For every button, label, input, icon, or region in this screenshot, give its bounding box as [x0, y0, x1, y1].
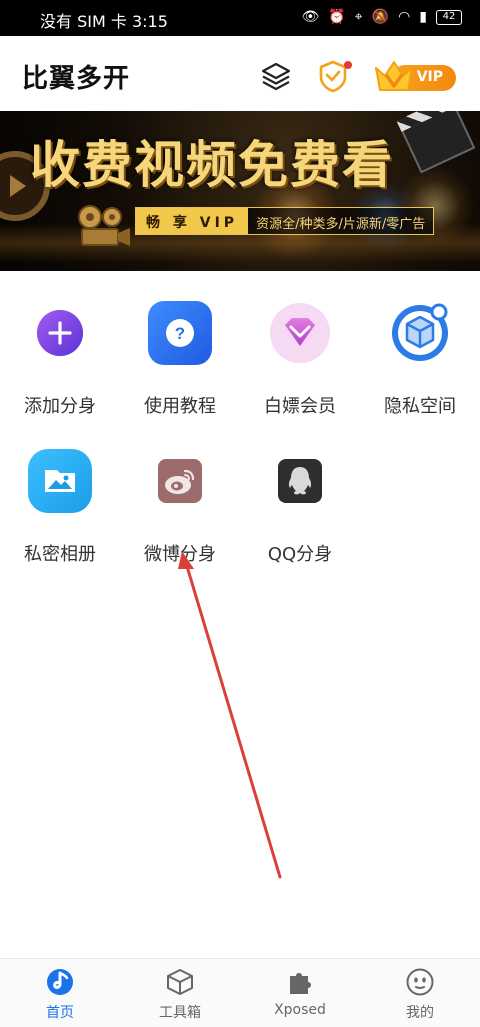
layers-button[interactable]: [258, 58, 294, 94]
nav-label: 首页: [46, 1005, 74, 1021]
nav-label: Xposed: [274, 1002, 326, 1018]
status-icons: 👁 ⏰ ⌖ 🔕 ◠ ▮ 42: [302, 8, 462, 26]
banner-tagline: 畅 享 VIP 资源全/种类多/片源新/零广告: [135, 207, 435, 235]
banner-tag: 畅 享 VIP: [136, 208, 249, 234]
cube-icon: [387, 300, 453, 366]
gallery-icon: [27, 448, 93, 514]
annotation-arrow: [178, 551, 282, 879]
nav-xposed[interactable]: Xposed: [240, 959, 360, 1027]
status-bar: 没有 SIM 卡 3:15 👁 ⏰ ⌖ 🔕 ◠ ▮ 42: [0, 0, 480, 36]
app-private-album[interactable]: 私密相册: [0, 448, 120, 568]
shield-button[interactable]: [316, 58, 352, 94]
app-label: 隐私空间: [384, 396, 456, 417]
bottom-nav: 首页 工具箱 Xposed 我的: [0, 958, 480, 1027]
app-add-clone[interactable]: 添加分身: [0, 300, 120, 420]
app-label: 使用教程: [144, 396, 216, 417]
box-icon: [167, 969, 193, 995]
app-label: 添加分身: [24, 396, 96, 417]
mute-icon: 🔕: [371, 9, 390, 25]
nav-toolbox[interactable]: 工具箱: [120, 959, 240, 1027]
plus-icon: [27, 300, 93, 366]
home-icon: [47, 969, 73, 995]
alert-icon: ▮: [419, 9, 427, 25]
nav-label: 我的: [406, 1005, 434, 1021]
notification-dot: [344, 61, 352, 69]
app-private-space[interactable]: 隐私空间: [360, 300, 480, 420]
app-header: 比翼多开 VIP: [0, 36, 480, 111]
app-label: 私密相册: [24, 544, 96, 565]
eye-icon: 👁: [301, 9, 320, 25]
diamond-icon: [267, 300, 333, 366]
banner-subline: 资源全/种类多/片源新/零广告: [248, 208, 434, 234]
question-icon: ?: [147, 300, 213, 366]
qq-icon: [267, 448, 333, 514]
layers-icon: [261, 62, 291, 91]
promo-banner[interactable]: 收费视频免费看 畅 享 VIP 资源全/种类多/片源新/零广告: [0, 111, 480, 271]
app-tutorial[interactable]: ? 使用教程: [120, 300, 240, 420]
location-icon: ⌖: [354, 9, 363, 25]
app-label: 白嫖会员: [264, 396, 336, 417]
banner-headline: 收费视频免费看: [30, 135, 394, 194]
wifi-icon: ◠: [398, 9, 411, 25]
weibo-icon: [147, 448, 213, 514]
app-title: 比翼多开: [22, 64, 131, 94]
nav-mine[interactable]: 我的: [360, 959, 480, 1027]
alarm-icon: ⏰: [328, 9, 346, 25]
nav-home[interactable]: 首页: [0, 959, 120, 1027]
app-free-member[interactable]: 白嫖会员: [240, 300, 360, 420]
vip-button[interactable]: VIP: [372, 56, 458, 98]
svg-text:?: ?: [175, 324, 185, 343]
puzzle-icon: [290, 973, 311, 994]
projector-icon: [78, 205, 130, 246]
status-carrier-time: 没有 SIM 卡 3:15: [40, 12, 168, 31]
face-icon: [406, 968, 434, 996]
vip-label: VIP: [416, 69, 443, 85]
clapperboard-icon: [400, 111, 476, 174]
crown-icon: [375, 61, 413, 91]
nav-label: 工具箱: [159, 1005, 201, 1021]
battery-icon: 42: [436, 9, 462, 25]
